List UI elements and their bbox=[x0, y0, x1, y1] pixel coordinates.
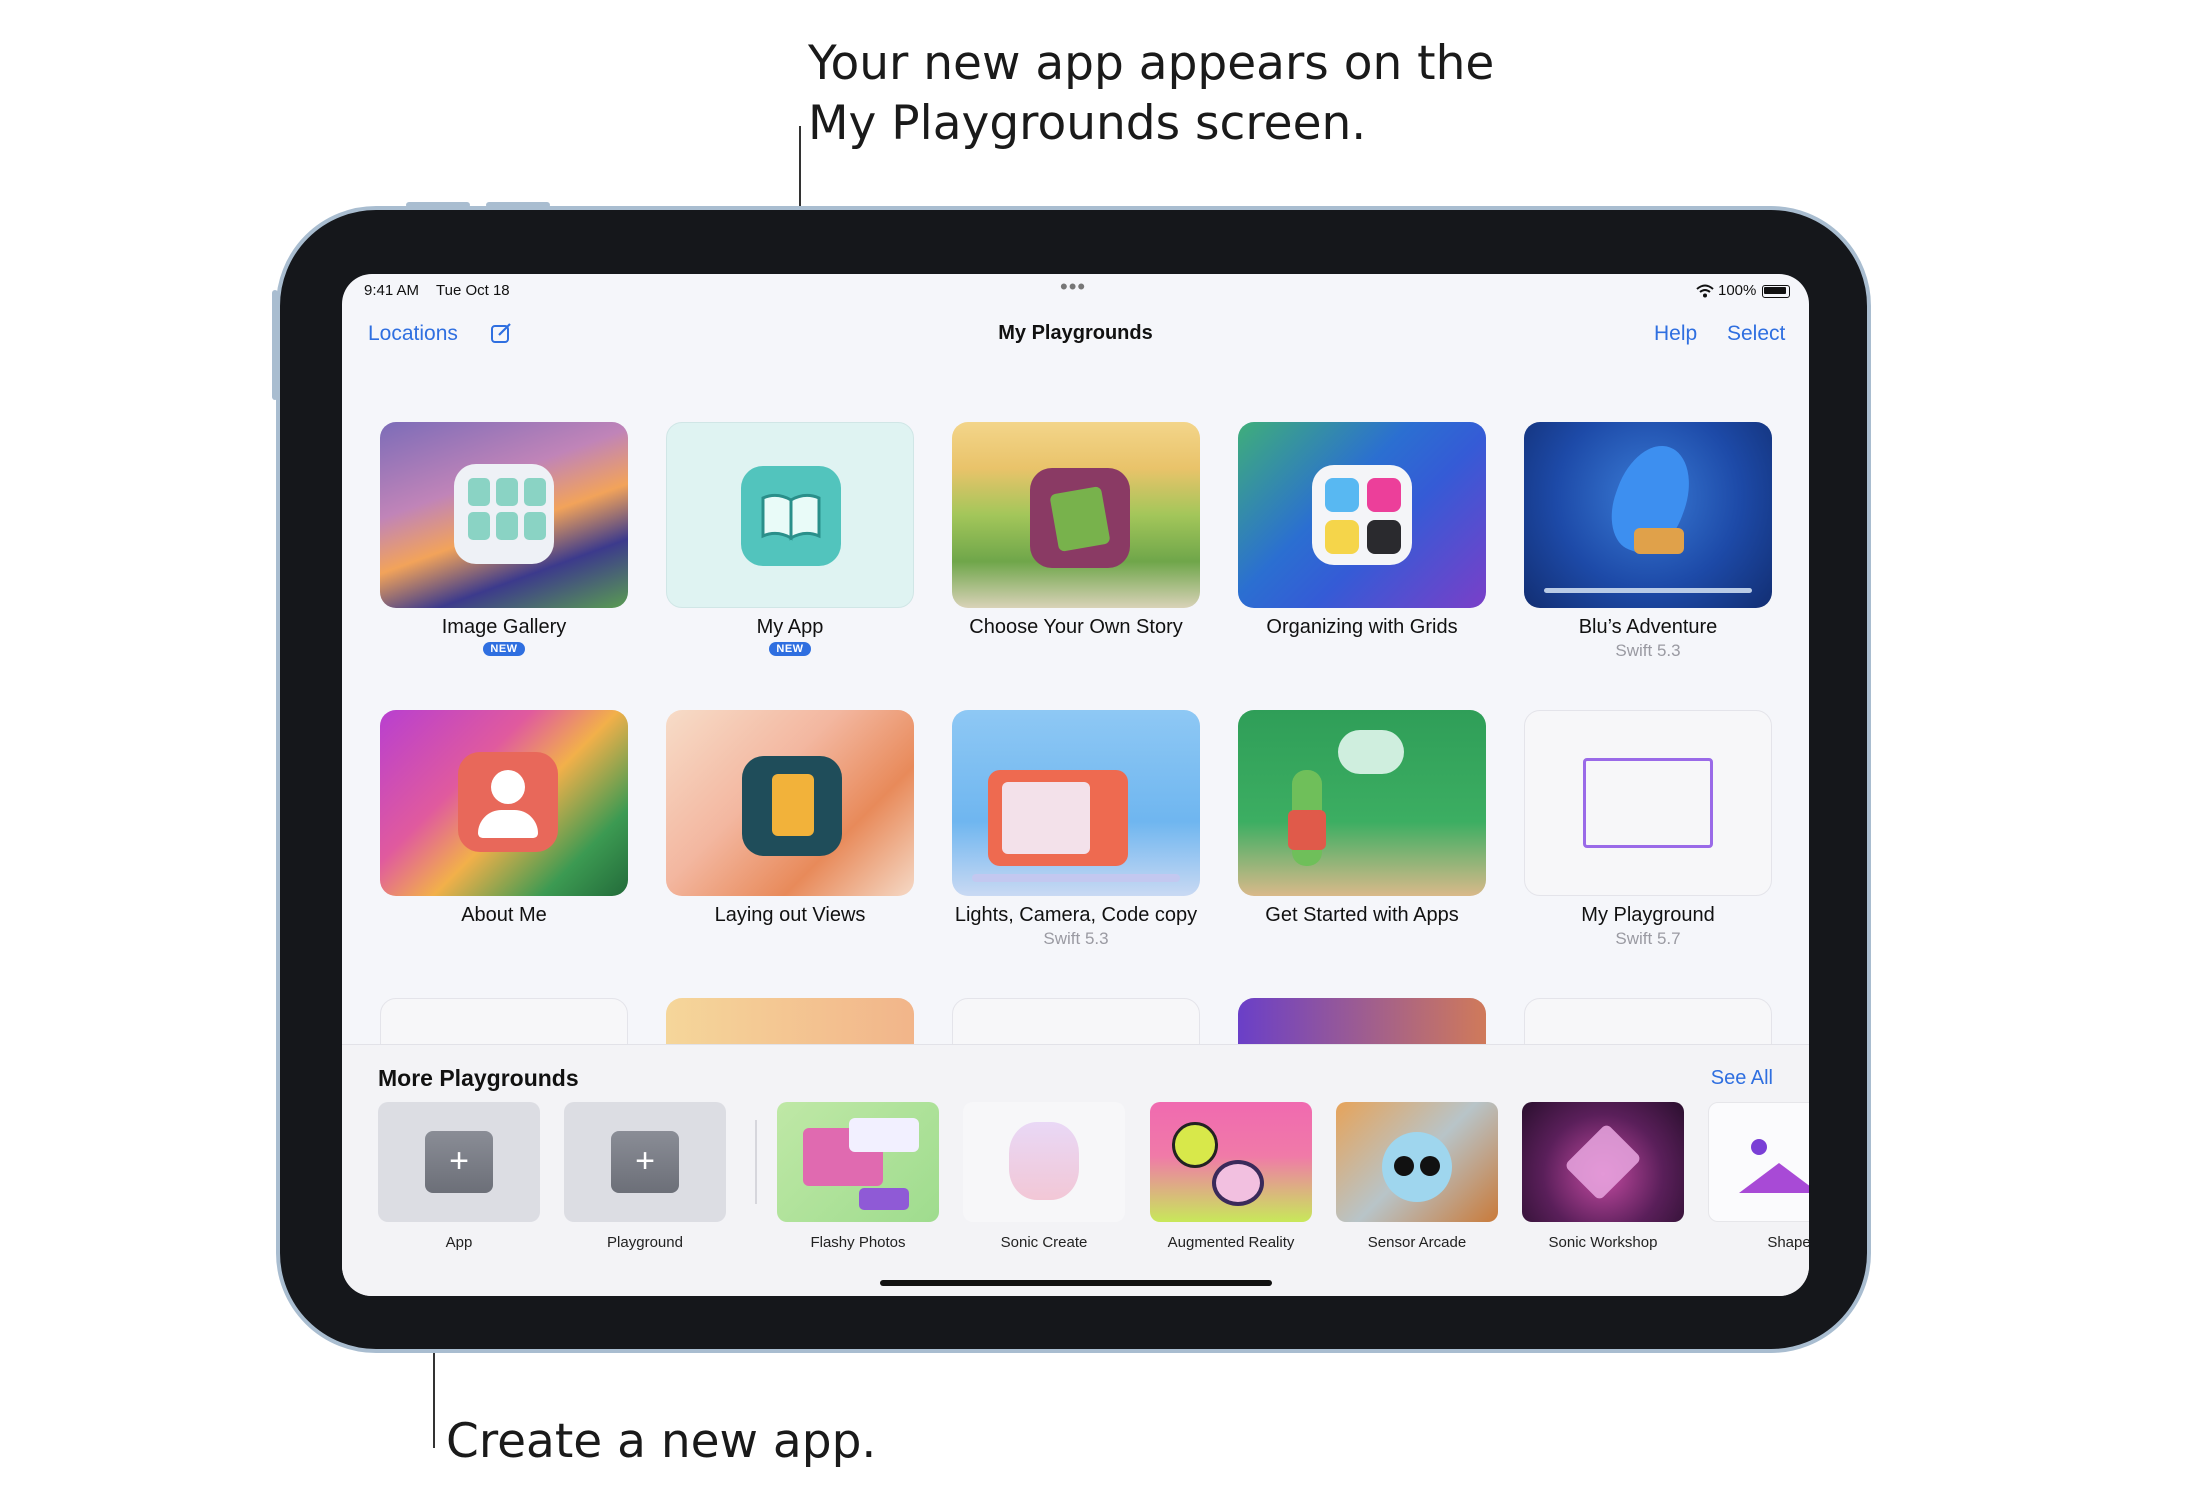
more-playgrounds-panel: More Playgrounds See All + App + Playgro… bbox=[342, 1044, 1809, 1296]
new-badge: NEW bbox=[483, 642, 525, 656]
divider bbox=[755, 1120, 757, 1204]
tile-label: My App bbox=[756, 616, 824, 638]
tile-label: Choose Your Own Story bbox=[969, 616, 1183, 638]
tile-organizing-with-grids[interactable]: Organizing with Grids bbox=[1238, 422, 1486, 639]
mini-label: Sonic Workshop bbox=[1548, 1234, 1658, 1251]
book-icon bbox=[761, 493, 821, 541]
grids-thumbnail bbox=[1238, 422, 1486, 608]
lights-camera-thumbnail bbox=[952, 710, 1200, 896]
tile-label: Get Started with Apps bbox=[1265, 904, 1459, 926]
new-badge: NEW bbox=[769, 642, 811, 656]
tile-blus-adventure[interactable]: Blu’s Adventure Swift 5.3 bbox=[1524, 422, 1772, 661]
new-app-button[interactable]: + App bbox=[378, 1102, 540, 1251]
swift-version: Swift 5.3 bbox=[1043, 929, 1109, 948]
help-button[interactable]: Help bbox=[1654, 322, 1697, 346]
callout-top: Your new app appears on the My Playgroun… bbox=[808, 34, 1494, 154]
callout-top-line2: My Playgrounds screen. bbox=[808, 96, 1367, 151]
about-me-thumbnail bbox=[380, 710, 628, 896]
playground-shape[interactable]: Shape bbox=[1708, 1102, 1809, 1251]
tile-get-started-with-apps[interactable]: Get Started with Apps bbox=[1238, 710, 1486, 927]
tile-label: Image Gallery bbox=[441, 616, 567, 638]
tile-label: My Playground bbox=[1581, 904, 1715, 926]
callout-bottom: Create a new app. bbox=[446, 1414, 877, 1469]
tile-my-app[interactable]: My App NEW bbox=[666, 422, 914, 657]
callout-top-line1: Your new app appears on the bbox=[808, 36, 1495, 91]
mini-label: Sensor Arcade bbox=[1367, 1234, 1467, 1251]
playground-sonic-workshop[interactable]: Sonic Workshop bbox=[1522, 1102, 1684, 1251]
mini-label: App bbox=[445, 1234, 473, 1251]
image-gallery-thumbnail bbox=[380, 422, 628, 608]
new-playground-button[interactable]: + Playground bbox=[564, 1102, 726, 1251]
status-date: Tue Oct 18 bbox=[436, 282, 510, 299]
blus-adventure-thumbnail bbox=[1524, 422, 1772, 608]
tile-label: Organizing with Grids bbox=[1266, 616, 1458, 638]
playground-augmented-reality[interactable]: Augmented Reality bbox=[1150, 1102, 1312, 1251]
playground-sensor-arcade[interactable]: Sensor Arcade bbox=[1336, 1102, 1498, 1251]
mini-label: Augmented Reality bbox=[1167, 1234, 1295, 1251]
status-time: 9:41 AM bbox=[364, 282, 420, 299]
tile-label: About Me bbox=[461, 904, 547, 926]
status-battery-percent: 100% bbox=[1718, 282, 1757, 299]
tile-my-playground[interactable]: My Playground Swift 5.7 bbox=[1524, 710, 1772, 949]
tile-lights-camera-code[interactable]: Lights, Camera, Code copy Swift 5.3 bbox=[952, 710, 1200, 949]
mini-label: Flashy Photos bbox=[810, 1234, 906, 1251]
see-all-link[interactable]: See All bbox=[1711, 1067, 1773, 1090]
tile-about-me[interactable]: About Me bbox=[380, 710, 628, 927]
mini-label: Sonic Create bbox=[1000, 1234, 1088, 1251]
mini-label: Playground bbox=[607, 1234, 683, 1251]
my-playground-thumbnail bbox=[1524, 710, 1772, 896]
swift-version: Swift 5.7 bbox=[1615, 929, 1681, 948]
multitasking-dots-icon[interactable]: ••• bbox=[1060, 274, 1086, 300]
plus-icon: + bbox=[611, 1131, 679, 1193]
page-title: My Playgrounds bbox=[998, 322, 1153, 344]
ipad-screen: 9:41 AM Tue Oct 18 ••• 100% Locations My… bbox=[342, 274, 1809, 1296]
story-thumbnail bbox=[952, 422, 1200, 608]
mini-label: Shape bbox=[1767, 1234, 1809, 1251]
tile-image-gallery[interactable]: Image Gallery NEW bbox=[380, 422, 628, 657]
tile-label: Lights, Camera, Code copy bbox=[954, 904, 1198, 926]
laying-out-views-thumbnail bbox=[666, 710, 914, 896]
get-started-thumbnail bbox=[1238, 710, 1486, 896]
battery-icon bbox=[1762, 285, 1790, 298]
wifi-icon bbox=[1696, 284, 1714, 298]
select-button[interactable]: Select bbox=[1727, 322, 1785, 346]
more-playgrounds-title: More Playgrounds bbox=[378, 1065, 579, 1091]
tile-label: Laying out Views bbox=[714, 904, 866, 926]
tile-laying-out-views[interactable]: Laying out Views bbox=[666, 710, 914, 927]
home-indicator[interactable] bbox=[880, 1280, 1272, 1286]
playground-sonic-create[interactable]: Sonic Create bbox=[963, 1102, 1125, 1251]
swift-version: Swift 5.3 bbox=[1615, 641, 1681, 660]
playground-flashy-photos[interactable]: Flashy Photos bbox=[777, 1102, 939, 1251]
plus-icon: + bbox=[425, 1131, 493, 1193]
tile-label: Blu’s Adventure bbox=[1578, 616, 1718, 638]
tile-choose-your-own-story[interactable]: Choose Your Own Story bbox=[952, 422, 1200, 639]
my-app-thumbnail bbox=[666, 422, 914, 608]
